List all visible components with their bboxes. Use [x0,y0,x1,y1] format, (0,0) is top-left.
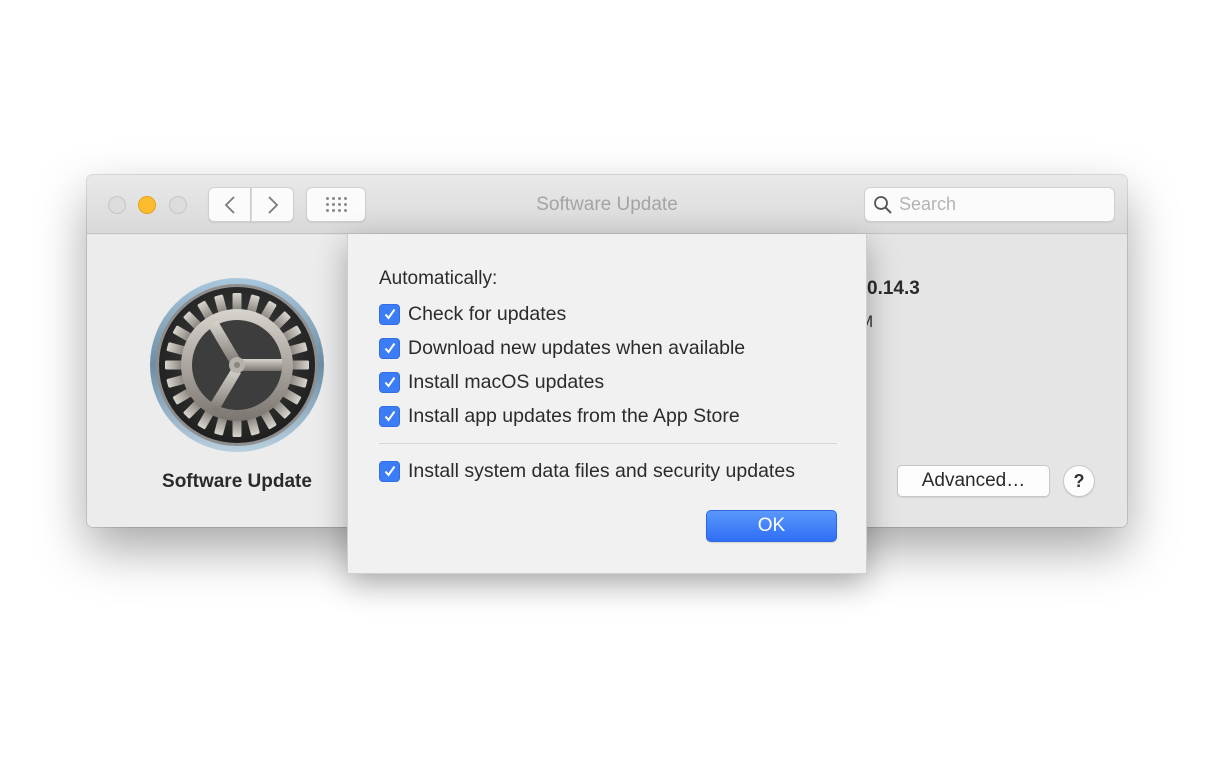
option-label: Check for updates [408,302,567,325]
help-button[interactable]: ? [1063,465,1095,497]
download-updates-checkbox[interactable]: Download new updates when available [379,336,745,360]
sheet-heading: Automatically: [379,268,498,289]
option-label: Install system data files and security u… [408,459,795,482]
option-label: Install macOS updates [408,370,605,393]
install-system-data-checkbox[interactable]: Install system data files and security u… [379,459,795,483]
checkbox-checked-icon[interactable] [379,371,400,393]
title-bar: Software Update [87,175,1127,234]
automatic-updates-sheet: Automatically: Check for updates Downloa… [347,234,867,574]
search-field[interactable] [864,187,1115,222]
install-macos-updates-checkbox[interactable]: Install macOS updates [379,370,604,394]
search-icon [874,195,892,214]
install-app-updates-checkbox[interactable]: Install app updates from the App Store [379,404,740,428]
app-name-label: Software Update [162,471,312,492]
search-input[interactable] [899,194,1099,215]
option-label: Download new updates when available [408,336,746,359]
checkbox-checked-icon[interactable] [379,460,400,482]
check-for-updates-checkbox[interactable]: Check for updates [379,302,566,326]
ok-button[interactable]: OK [706,510,837,542]
app-info-pane: Software Update [87,235,347,527]
checkbox-checked-icon[interactable] [379,337,400,359]
checkbox-checked-icon[interactable] [379,303,400,325]
checkbox-checked-icon[interactable] [379,405,400,427]
advanced-button[interactable]: Advanced… [897,465,1050,497]
version-label: 0.14.3 [867,278,920,299]
divider [379,443,837,444]
option-label: Install app updates from the App Store [408,404,740,427]
software-update-gear-icon [150,278,324,452]
